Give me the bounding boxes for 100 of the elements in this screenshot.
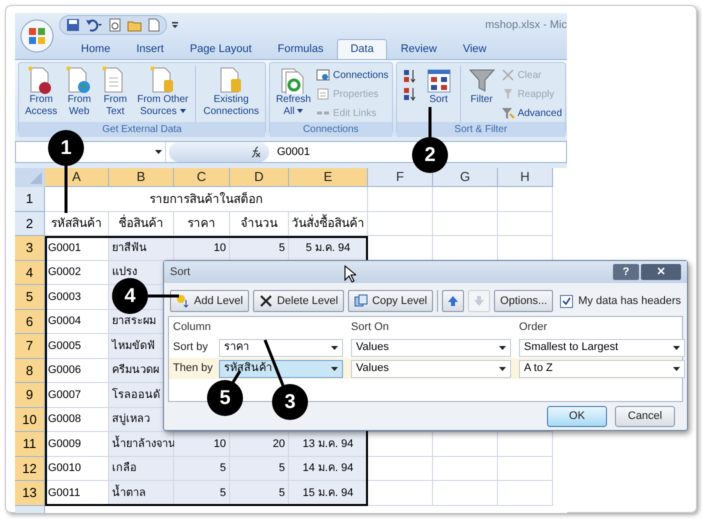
ribbon-tab[interactable]: Insert bbox=[124, 39, 176, 59]
row-header[interactable]: 5 bbox=[15, 285, 45, 310]
row-header[interactable]: 11 bbox=[15, 432, 45, 456]
ribbon-small-button[interactable]: Connections bbox=[316, 66, 389, 84]
properties-icon bbox=[316, 87, 330, 101]
clear-icon bbox=[500, 68, 515, 82]
group-label: Get External Data bbox=[19, 122, 265, 137]
table-cell bbox=[368, 456, 433, 481]
row-header[interactable]: 3 bbox=[15, 236, 45, 260]
leader-line bbox=[230, 370, 242, 385]
row-header[interactable]: 12 bbox=[15, 456, 45, 481]
dropdown-field[interactable]: Values bbox=[351, 360, 511, 378]
column-header[interactable]: E bbox=[289, 168, 368, 187]
ribbon-tab[interactable]: Page Layout bbox=[178, 39, 264, 59]
table-cell: 5 bbox=[230, 456, 289, 481]
dropdown-caret-icon bbox=[331, 346, 338, 350]
advanced-filter-icon bbox=[500, 106, 515, 120]
column-header[interactable]: C bbox=[174, 168, 230, 187]
table-cell: 5 bbox=[174, 481, 230, 506]
ribbon-small-button[interactable]: Advanced bbox=[500, 104, 562, 122]
row-header[interactable]: 1 bbox=[15, 187, 45, 212]
table-cell bbox=[368, 481, 433, 506]
table-cell bbox=[433, 481, 498, 506]
delete-icon bbox=[258, 294, 273, 308]
customize-icon[interactable] bbox=[171, 20, 179, 30]
copy-icon bbox=[354, 294, 368, 308]
ribbon-tab[interactable]: Review bbox=[388, 39, 449, 59]
column-header[interactable]: B bbox=[109, 168, 174, 187]
dropdown-caret-icon bbox=[499, 346, 506, 350]
table-cell: 13 ม.ค. 94 bbox=[289, 432, 368, 456]
dropdown-caret-icon bbox=[673, 346, 680, 350]
ribbon-button[interactable]: Existing Connections bbox=[200, 66, 262, 118]
ribbon-button[interactable]: Filter bbox=[464, 66, 499, 106]
formula-text[interactable]: G0001 bbox=[277, 144, 310, 160]
table-cell: เกลือ bbox=[109, 456, 174, 481]
row-header[interactable]: 7 bbox=[15, 334, 45, 358]
table-cell: 14 ม.ค. 94 bbox=[289, 456, 368, 481]
row-header[interactable]: 8 bbox=[15, 358, 45, 383]
dropdown-field[interactable]: รหัสสินค้า bbox=[219, 360, 343, 378]
toolbar-button[interactable]: Add Level bbox=[170, 290, 249, 312]
table-cell: น้ำตาล bbox=[109, 481, 174, 506]
ribbon-tab[interactable]: View bbox=[450, 39, 498, 59]
table-cell: ยาสีฟัน bbox=[109, 236, 174, 260]
group-label: Sort & Filter bbox=[396, 122, 566, 137]
ribbon-button[interactable]: From Other Sources bbox=[134, 66, 192, 118]
ribbon-tab[interactable]: Formulas bbox=[266, 39, 336, 59]
row-header[interactable]: 2 bbox=[15, 212, 45, 236]
table-cell: ราคา bbox=[174, 212, 230, 236]
dropdown-caret-icon bbox=[499, 366, 506, 370]
ribbon-button[interactable]: From Access bbox=[22, 66, 60, 118]
table-cell: 5 bbox=[174, 456, 230, 481]
table-cell: G0009 bbox=[45, 432, 109, 456]
toolbar-button[interactable]: Copy Level bbox=[348, 290, 434, 312]
connections-icon bbox=[316, 68, 330, 82]
column-header[interactable]: F bbox=[368, 168, 433, 187]
column-header[interactable]: H bbox=[498, 168, 553, 187]
checkbox[interactable] bbox=[560, 294, 574, 308]
table-cell: 5 bbox=[230, 481, 289, 506]
row-header[interactable]: 4 bbox=[15, 260, 45, 285]
undo-icon[interactable] bbox=[85, 18, 103, 32]
document-icon[interactable] bbox=[148, 18, 160, 32]
ribbon-button[interactable]: Refresh All bbox=[272, 66, 314, 118]
ok-button[interactable]: OK bbox=[547, 406, 607, 427]
row-header[interactable]: 9 bbox=[15, 383, 45, 408]
dropdown-field[interactable]: Values bbox=[351, 338, 511, 356]
column-header[interactable]: A bbox=[45, 168, 109, 187]
column-header[interactable]: D bbox=[230, 168, 289, 187]
leader-line bbox=[148, 294, 179, 298]
office-button[interactable] bbox=[20, 19, 54, 53]
toolbar-button[interactable]: Options... bbox=[494, 290, 554, 312]
table-cell: รหัสสินค้า bbox=[45, 212, 109, 236]
dropdown-field[interactable]: Smallest to Largest bbox=[519, 338, 685, 356]
table-cell: G0004 bbox=[45, 310, 109, 334]
sort-level-row[interactable]: Then by รหัสสินค้า Values A to Z bbox=[169, 358, 682, 379]
ribbon-tab[interactable]: Data bbox=[337, 39, 387, 59]
up-arrow-icon bbox=[446, 294, 460, 308]
print-preview-icon[interactable] bbox=[108, 18, 122, 32]
dropdown-field[interactable]: ราคา bbox=[219, 338, 343, 356]
column-header[interactable]: G bbox=[433, 168, 498, 187]
row-header[interactable]: 13 bbox=[15, 481, 45, 506]
save-icon[interactable] bbox=[66, 18, 80, 32]
table-cell bbox=[433, 212, 498, 236]
cancel-button[interactable]: Cancel bbox=[615, 406, 675, 427]
level-label: Then by bbox=[173, 361, 214, 376]
move-up-button[interactable] bbox=[442, 290, 464, 312]
ribbon-tab[interactable]: Home bbox=[69, 39, 122, 59]
row-header[interactable]: 10 bbox=[15, 408, 45, 432]
help-button[interactable]: ? bbox=[613, 264, 639, 280]
row-header[interactable]: 6 bbox=[15, 310, 45, 334]
table-cell: 20 bbox=[230, 432, 289, 456]
table-cell: G0003 bbox=[45, 285, 109, 310]
ribbon-button[interactable]: From Text bbox=[98, 66, 132, 118]
ribbon-button[interactable]: Sort bbox=[422, 66, 456, 106]
close-button[interactable]: ✕ bbox=[641, 264, 681, 280]
toolbar-button[interactable]: Delete Level bbox=[252, 290, 344, 312]
sort-ascending-descending-icon[interactable] bbox=[402, 67, 418, 103]
ribbon-button[interactable]: From Web bbox=[62, 66, 96, 118]
function-icon[interactable] bbox=[249, 146, 261, 158]
table-cell bbox=[498, 432, 553, 456]
dropdown-field[interactable]: A to Z bbox=[519, 360, 685, 378]
